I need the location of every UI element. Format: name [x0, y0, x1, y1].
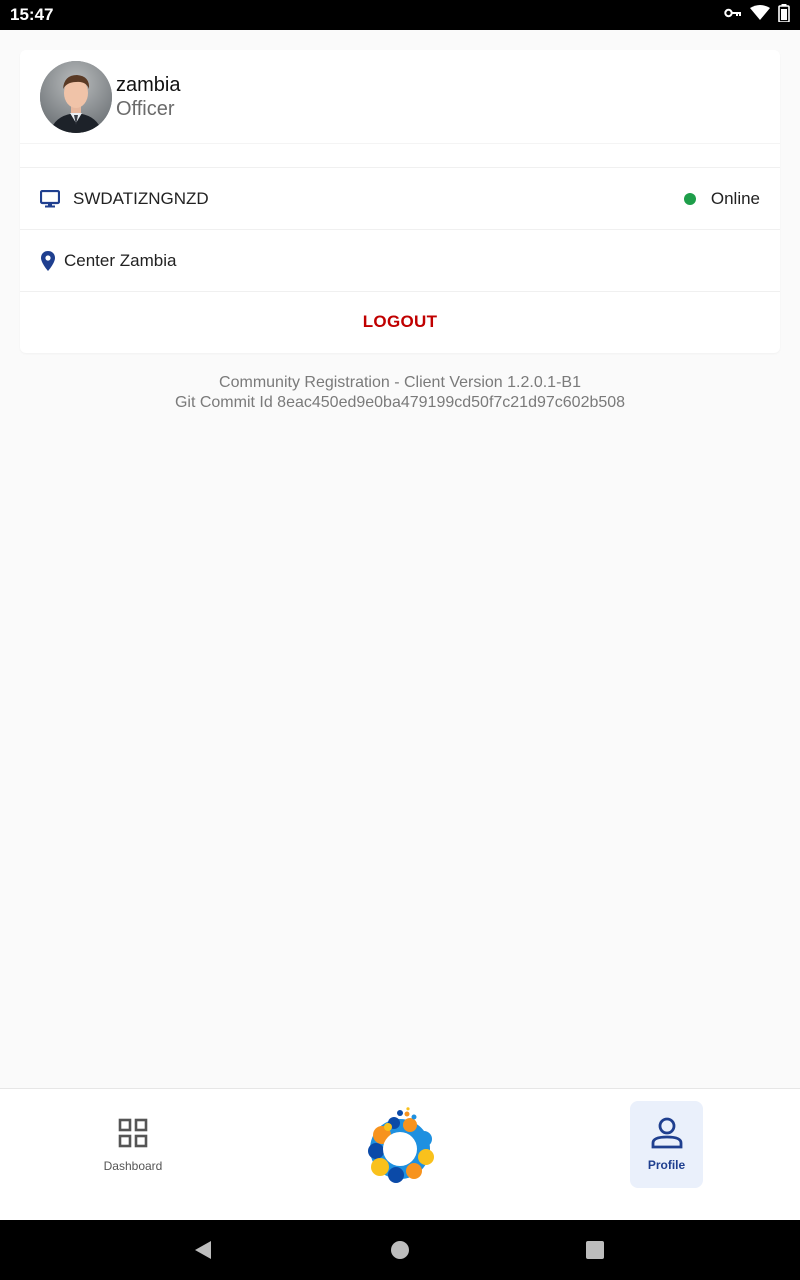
recents-icon[interactable]: [585, 1240, 605, 1265]
profile-card: zambia Officer SWDATIZNGNZD Online Cente…: [20, 50, 780, 353]
location-pin-icon: [40, 250, 56, 271]
status-time: 15:47: [10, 5, 54, 24]
dashboard-grid-icon: [118, 1118, 148, 1153]
system-nav-bar: [0, 1220, 800, 1280]
avatar: [40, 60, 112, 133]
logout-row: LOGOUT: [20, 292, 780, 352]
device-id: SWDATIZNGNZD: [73, 188, 209, 208]
user-role: Officer: [116, 97, 175, 120]
nav-profile-label: Profile: [647, 1158, 686, 1172]
logout-button[interactable]: LOGOUT: [363, 312, 438, 332]
back-icon[interactable]: [193, 1240, 213, 1265]
profile-header: zambia Officer: [20, 50, 780, 168]
location-name: Center Zambia: [64, 250, 177, 270]
device-row: SWDATIZNGNZD Online: [20, 168, 780, 230]
online-status-dot: [683, 192, 696, 205]
battery-icon: [778, 3, 790, 27]
nav-profile[interactable]: Profile: [630, 1101, 703, 1188]
location-row: Center Zambia: [20, 230, 780, 292]
nav-dashboard-label: Dashboard: [103, 1158, 163, 1173]
git-commit-id: Git Commit Id 8eac450ed9e0ba479199cd50f7…: [174, 394, 626, 411]
connection-status: Online: [710, 188, 760, 208]
app-logo-icon: [368, 1107, 434, 1183]
client-version: Community Registration - Client Version …: [219, 374, 581, 391]
vpn-key-icon: [724, 6, 742, 24]
app-logo-button[interactable]: [362, 1107, 438, 1183]
bottom-nav: Dashboard Profile: [0, 1088, 800, 1220]
person-icon: [650, 1117, 684, 1154]
status-bar: 15:47: [0, 0, 800, 30]
home-icon[interactable]: [390, 1240, 410, 1265]
version-info: Community Registration - Client Version …: [0, 373, 800, 413]
wifi-icon: [750, 4, 770, 26]
user-info: zambia Officer: [116, 73, 180, 121]
user-name: zambia: [116, 73, 181, 96]
nav-dashboard[interactable]: Dashboard: [93, 1117, 173, 1173]
status-icons: [724, 3, 790, 27]
desktop-icon: [40, 189, 60, 208]
